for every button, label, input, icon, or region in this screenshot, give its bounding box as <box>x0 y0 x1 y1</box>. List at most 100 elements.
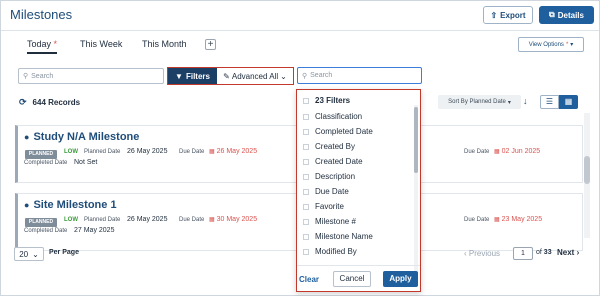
current-page-input[interactable]: 1 <box>513 247 533 260</box>
active-tab-indicator <box>27 52 57 54</box>
priority-label: LOW <box>64 217 78 223</box>
total-pages-value: 33 <box>543 249 552 256</box>
filter-option[interactable]: Classification <box>303 112 362 121</box>
search-input[interactable]: ⚲ Search <box>18 68 164 84</box>
filters-dropdown: 23 Filters Classification Completed Date… <box>296 89 421 292</box>
upload-icon: ⇧ <box>490 10 498 20</box>
chevron-down-icon: ▾ <box>570 42 574 48</box>
chevron-down-icon: ⌄ <box>280 71 287 81</box>
pencil-icon: ✎ <box>223 71 230 81</box>
filter-option[interactable]: Modified By <box>303 247 357 256</box>
checkbox[interactable] <box>303 233 309 240</box>
dropdown-scrollbar-thumb[interactable] <box>414 107 418 173</box>
funnel-icon: ▼ <box>175 71 183 81</box>
sort-direction-icon[interactable]: ↓ <box>523 96 528 106</box>
filter-option-label: Milestone Name <box>315 232 373 241</box>
previous-page-button[interactable]: ‹ Previous <box>464 249 500 258</box>
filter-option-label: Created By <box>315 142 356 151</box>
card-title[interactable]: ● Study N/A Milestone <box>24 131 139 143</box>
page-title: Milestones <box>10 7 73 22</box>
details-label: Details <box>557 10 584 20</box>
due-date-label: Due Date <box>464 217 490 223</box>
filter-button-group: ▼ Filters ✎ Advanced All ⌄ <box>167 67 294 85</box>
checkbox[interactable] <box>303 248 309 255</box>
filter-option-label: Created Date <box>315 157 363 166</box>
location-pin-icon: ● <box>24 132 30 142</box>
tab-today[interactable]: Today * <box>27 39 57 49</box>
checkbox[interactable] <box>303 113 309 120</box>
planned-date-label: Planned Date <box>84 217 121 223</box>
checkbox[interactable] <box>303 218 309 225</box>
filters-dropdown-header[interactable]: 23 Filters <box>303 96 350 105</box>
total-pages: of 33 <box>536 249 552 256</box>
due-date-value: ▦ 02 Jun 2025 <box>494 148 540 155</box>
view-options-star: * <box>565 41 569 48</box>
per-page-select[interactable]: 20 ⌄ <box>14 247 44 261</box>
filters-count: 23 Filters <box>315 96 351 105</box>
completed-date-value: Not Set <box>74 159 98 166</box>
filter-option[interactable]: Created Date <box>303 157 363 166</box>
filter-option[interactable]: Favorite <box>303 202 344 211</box>
select-all-checkbox[interactable] <box>303 97 309 104</box>
filter-option[interactable]: Description <box>303 172 355 181</box>
checkbox[interactable] <box>303 173 309 180</box>
filter-option-label: Milestone # <box>315 217 356 226</box>
chevron-down-icon: ▾ <box>507 99 511 106</box>
advanced-filter-dropdown[interactable]: ✎ Advanced All ⌄ <box>217 68 293 84</box>
priority-label: LOW <box>64 149 78 155</box>
due-date-value: ▦ 30 May 2025 <box>209 216 257 223</box>
planned-date-label: Planned Date <box>84 149 121 155</box>
tab-this-month[interactable]: This Month <box>142 39 187 49</box>
filter-option-label: Modified By <box>315 247 357 256</box>
external-link-icon: ⧉ <box>549 10 555 19</box>
due-date-text: 23 May 2025 <box>501 216 543 223</box>
view-options-button[interactable]: View Options * ▾ <box>518 37 584 52</box>
records-summary: ⟳ 644 Records <box>19 97 80 108</box>
filter-option[interactable]: Completed Date <box>303 127 373 136</box>
tab-today-star: * <box>53 39 58 49</box>
per-page-label: Per Page <box>49 249 79 256</box>
filter-search-input[interactable]: ⚲ Search <box>297 67 422 84</box>
chevron-left-icon: ‹ <box>464 249 467 258</box>
due-date-text: 30 May 2025 <box>216 216 258 223</box>
grid-view-button[interactable]: ▦ <box>559 95 578 109</box>
status-badge: PLANNED <box>25 150 57 159</box>
due-date-text: 02 Jun 2025 <box>501 148 541 155</box>
filter-option[interactable]: Milestone Name <box>303 232 373 241</box>
due-date-label: Due Date <box>179 149 205 155</box>
calendar-icon: ▦ <box>494 149 500 155</box>
list-view-button[interactable]: ☰ <box>540 95 559 109</box>
checkbox[interactable] <box>303 143 309 150</box>
completed-date-value: 27 May 2025 <box>74 227 115 234</box>
clear-button[interactable]: Clear <box>299 275 319 284</box>
filter-option[interactable]: Milestone # <box>303 217 356 226</box>
add-tab-button[interactable]: + <box>205 39 216 50</box>
filter-option[interactable]: Due Date <box>303 187 349 196</box>
scrollbar-thumb[interactable] <box>584 156 590 184</box>
filter-option[interactable]: Created By <box>303 142 355 151</box>
checkbox[interactable] <box>303 203 309 210</box>
checkbox[interactable] <box>303 188 309 195</box>
chevron-right-icon: › <box>576 248 580 257</box>
next-page-button[interactable]: Next › <box>557 248 579 257</box>
checkbox[interactable] <box>303 128 309 135</box>
calendar-icon: ▦ <box>494 217 500 223</box>
planned-date-value: 26 May 2025 <box>127 216 168 223</box>
of-label: of <box>536 249 542 256</box>
export-button[interactable]: ⇧ Export <box>483 6 533 24</box>
checkbox[interactable] <box>303 158 309 165</box>
details-button[interactable]: ⧉ Details <box>539 6 594 24</box>
due-date-label: Due Date <box>179 217 205 223</box>
card-title[interactable]: ● Site Milestone 1 <box>24 199 117 211</box>
sort-dropdown[interactable]: Sort By Planned Date ▾ <box>438 95 521 109</box>
filter-option-label: Completed Date <box>315 127 373 136</box>
filters-button[interactable]: ▼ Filters <box>168 68 217 84</box>
list-scrollbar[interactable] <box>584 113 590 238</box>
filter-option-label: Due Date <box>315 187 349 196</box>
tab-this-week[interactable]: This Week <box>80 39 122 49</box>
cancel-button[interactable]: Cancel <box>333 271 371 287</box>
filter-search-placeholder: Search <box>310 72 333 79</box>
apply-button[interactable]: Apply <box>383 271 418 287</box>
dropdown-scrollbar[interactable] <box>414 105 418 271</box>
refresh-icon[interactable]: ⟳ <box>19 97 27 108</box>
